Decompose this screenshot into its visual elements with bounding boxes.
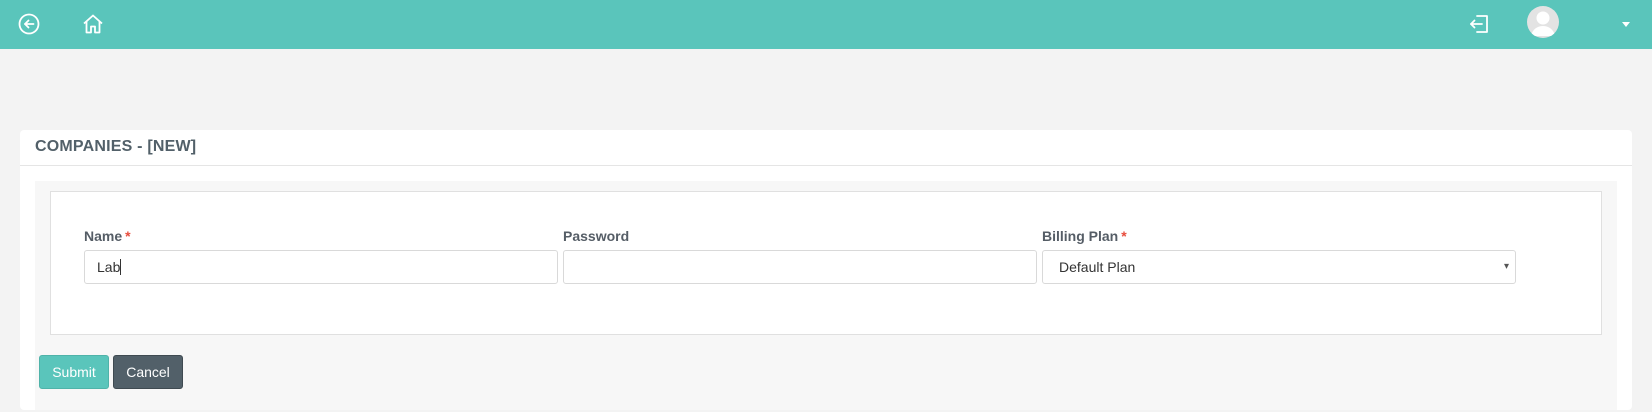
page-title: COMPANIES - [NEW] xyxy=(35,138,197,155)
required-mark: * xyxy=(125,228,131,244)
arrow-left-circle-icon[interactable] xyxy=(15,10,43,38)
name-field-value: Lab xyxy=(97,259,121,275)
home-icon[interactable] xyxy=(79,10,107,38)
required-mark: * xyxy=(1121,228,1127,244)
panel-divider xyxy=(20,165,1632,166)
company-panel: COMPANIES - [NEW] Name * Lab Password Bil… xyxy=(20,130,1632,410)
user-avatar-icon[interactable] xyxy=(1527,6,1559,38)
submit-button[interactable]: Submit xyxy=(39,355,109,389)
billing-plan-select[interactable]: Default Plan ▾ xyxy=(1042,250,1516,284)
password-label: Password xyxy=(563,228,630,244)
password-field[interactable] xyxy=(563,250,1037,284)
top-navbar xyxy=(0,0,1652,49)
company-form: Name * Lab Password Billing Plan * Default… xyxy=(50,191,1602,335)
panel-body: Name * Lab Password Billing Plan * Default… xyxy=(35,181,1617,410)
sign-out-icon[interactable] xyxy=(1466,10,1494,38)
cancel-button[interactable]: Cancel xyxy=(113,355,183,389)
billing-plan-value: Default Plan xyxy=(1059,259,1136,275)
name-label: Name * xyxy=(84,228,131,244)
billing-plan-label: Billing Plan * xyxy=(1042,228,1127,244)
caret-down-icon[interactable] xyxy=(1622,22,1630,27)
text-cursor xyxy=(120,259,122,275)
chevron-down-icon: ▾ xyxy=(1503,261,1509,272)
name-field[interactable]: Lab xyxy=(84,250,558,284)
